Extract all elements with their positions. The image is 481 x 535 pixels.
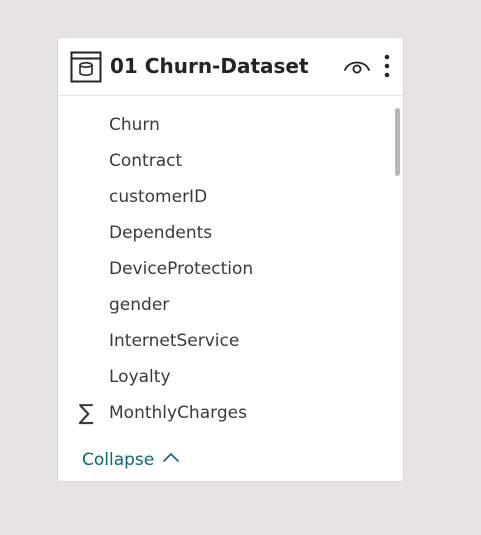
field-item[interactable]: Loyalty (58, 360, 403, 396)
field-label: InternetService (109, 331, 240, 351)
field-label: Loyalty (109, 367, 171, 387)
sum-icon: ∑ (78, 401, 94, 426)
table-card: 01 Churn-Dataset Churn Contract customer… (57, 37, 404, 482)
field-item[interactable]: customerID (58, 180, 403, 216)
card-header: 01 Churn-Dataset (58, 38, 403, 96)
field-item[interactable]: Contract (58, 144, 403, 180)
collapse-button[interactable]: Collapse (82, 448, 180, 472)
field-label: Dependents (109, 223, 213, 243)
field-label: Contract (109, 151, 183, 171)
field-label: gender (109, 295, 170, 315)
field-label: DeviceProtection (109, 259, 254, 279)
eye-icon[interactable] (343, 56, 371, 78)
field-label: MonthlyCharges (109, 403, 247, 423)
field-item[interactable]: ∑ MonthlyCharges (58, 396, 403, 432)
field-item[interactable]: Dependents (58, 216, 403, 252)
field-label: Churn (109, 115, 160, 135)
chevron-up-icon (162, 446, 180, 470)
table-icon (70, 51, 102, 83)
field-label: customerID (109, 187, 208, 207)
field-item[interactable]: DeviceProtection (58, 252, 403, 288)
field-item[interactable]: Churn (58, 108, 403, 144)
field-item[interactable]: gender (58, 288, 403, 324)
field-item[interactable]: InternetService (58, 324, 403, 360)
table-title: 01 Churn-Dataset (110, 54, 309, 78)
collapse-label: Collapse (82, 450, 155, 470)
more-options-icon[interactable] (380, 52, 394, 80)
scrollbar-thumb[interactable] (395, 108, 400, 176)
field-list: Churn Contract customerID Dependents Dev… (58, 108, 403, 432)
